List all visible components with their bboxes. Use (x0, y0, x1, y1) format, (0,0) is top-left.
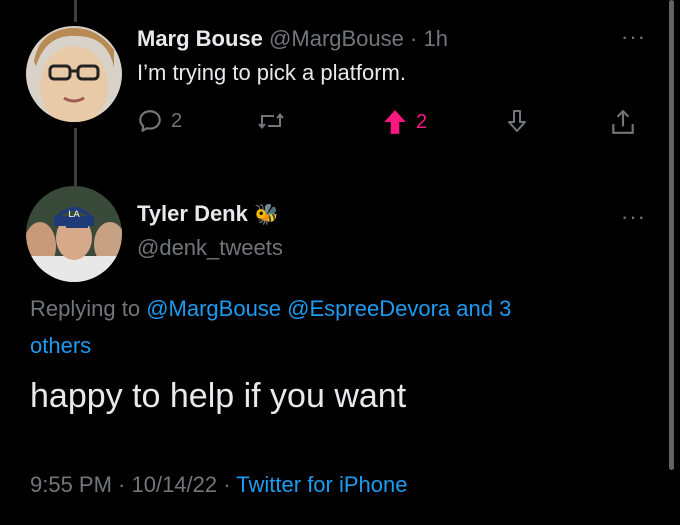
upvote-button[interactable]: 2 (382, 108, 427, 136)
tweet2-author: Tyler Denk 🐝 (137, 201, 279, 227)
author-name[interactable]: Tyler Denk (137, 201, 248, 226)
mention-espreedevora[interactable]: @EspreeDevora (287, 296, 450, 321)
upvote-arrow-icon (382, 108, 408, 136)
tweet1-header: Marg Bouse @MargBouse · 1h (137, 26, 448, 52)
tweet1-text: I’m trying to pick a platform. (137, 60, 406, 85)
avatar[interactable] (26, 26, 122, 122)
tweet-time[interactable]: 1h (423, 26, 447, 51)
meta-separator: · (223, 472, 231, 497)
scrollbar[interactable] (669, 0, 674, 470)
more-options-icon[interactable]: ··· (621, 206, 646, 228)
reply-button[interactable]: 2 (137, 108, 182, 134)
tweet-meta: 9:55 PM · 10/14/22 · Twitter for iPhone (30, 472, 407, 498)
more-options-icon[interactable]: ··· (621, 26, 646, 48)
author-handle[interactable]: @MargBouse (269, 26, 404, 51)
tweet-timestamp[interactable]: 9:55 PM · 10/14/22 (30, 472, 217, 497)
author-handle[interactable]: @denk_tweets (137, 235, 283, 261)
thread-line-bottom (74, 128, 77, 186)
author-name[interactable]: Marg Bouse (137, 26, 263, 51)
reply-count: 2 (171, 109, 183, 132)
svg-text:LA: LA (68, 210, 80, 220)
and-others-link[interactable]: and 3 (456, 296, 511, 321)
downvote-button[interactable] (505, 108, 529, 134)
tweet-source[interactable]: Twitter for iPhone (236, 472, 407, 497)
share-button[interactable] (610, 108, 636, 136)
avatar[interactable]: LA (26, 186, 122, 282)
downvote-arrow-icon (505, 108, 529, 134)
reply-icon (137, 108, 163, 134)
thread-line-top (74, 0, 77, 22)
bee-emoji-icon: 🐝 (253, 204, 279, 226)
upvote-count: 2 (416, 110, 428, 133)
retweet-button[interactable] (257, 108, 285, 134)
replying-prefix: Replying to (30, 296, 141, 321)
retweet-icon (257, 108, 285, 134)
and-others-link-cont[interactable]: others (30, 333, 91, 358)
replying-to: Replying to @MargBouse @EspreeDevora and… (30, 290, 630, 364)
tweet2-text: happy to help if you want (30, 377, 407, 415)
header-separator: · (410, 26, 418, 51)
share-icon (610, 108, 636, 136)
mention-margbouse[interactable]: @MargBouse (146, 296, 281, 321)
